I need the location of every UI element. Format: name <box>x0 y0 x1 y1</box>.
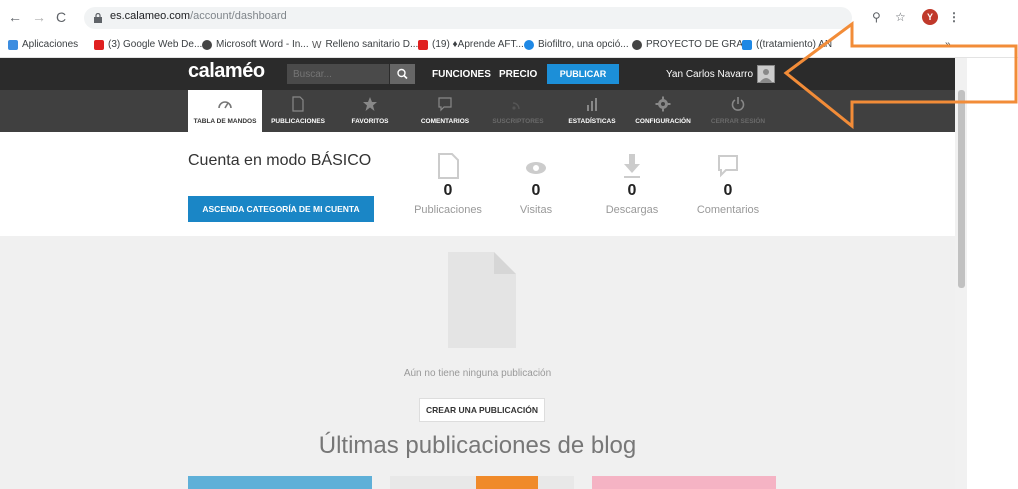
tab-publicaciones[interactable]: PUBLICACIONES <box>266 90 330 132</box>
user-silhouette-icon <box>760 69 772 82</box>
document-icon <box>292 96 304 112</box>
globe-icon <box>202 39 212 50</box>
blog-thumbnail[interactable] <box>188 476 372 489</box>
stat-value: 0 <box>723 182 733 199</box>
stat-value: 0 <box>627 182 637 199</box>
forward-arrow-icon[interactable]: → <box>32 9 46 25</box>
stat-label: Comentarios <box>696 204 760 216</box>
tab-label: COMENTARIOS <box>420 118 470 125</box>
upgrade-account-button[interactable]: ASCENDA CATEGORÍA DE MI CUENTA <box>188 196 374 222</box>
bookmark-item[interactable]: W Relleno sanitario D... <box>312 39 419 51</box>
precio-link[interactable]: PRECIO <box>499 69 537 80</box>
empty-document-icon <box>448 252 516 348</box>
empty-message: Aún no tiene ninguna publicación <box>403 368 552 379</box>
bookmark-label: Aplicaciones <box>22 39 79 50</box>
graduation-cap-icon <box>742 39 752 50</box>
bookmark-label: (3) Google Web De... <box>108 39 203 50</box>
url-path: /account/dashboard <box>190 10 287 22</box>
url-text: es.calameo.com/account/dashboard <box>110 10 287 22</box>
stat-comentarios: 0 Comentarios <box>683 152 773 216</box>
tab-configuracion[interactable]: CONFIGURACIÓN <box>632 90 694 132</box>
stat-value: 0 <box>443 182 453 199</box>
tab-estadisticas[interactable]: ESTADÍSTICAS <box>560 90 624 132</box>
tab-label: CERRAR SESIÓN <box>710 118 766 125</box>
page: ← → C es.calameo.com/account/dashboard ⚲… <box>0 0 1018 489</box>
bookmark-label: Relleno sanitario D... <box>325 39 419 50</box>
bookmark-label: Biofiltro, una opció... <box>538 39 629 50</box>
stat-descargas: 0 Descargas <box>587 152 677 216</box>
rss-icon <box>512 102 520 110</box>
annotation-arrow-icon <box>783 21 1018 130</box>
download-icon <box>624 154 640 178</box>
create-publication-button[interactable]: CREAR UNA PUBLICACIÓN <box>419 398 545 422</box>
bar-chart-icon <box>587 98 597 111</box>
account-mode-title: Cuenta en modo BÁSICO <box>188 152 372 169</box>
globe-icon <box>524 39 534 50</box>
bookmark-label: Microsoft Word - In... <box>216 39 309 50</box>
publicar-button[interactable]: PUBLICAR <box>547 64 619 84</box>
star-icon <box>363 97 377 111</box>
stat-publicaciones: 0 Publicaciones <box>403 152 493 216</box>
calameo-logo[interactable]: calaméo <box>188 60 265 83</box>
globe-icon <box>632 39 642 50</box>
stat-visitas: 0 Visitas <box>491 152 581 216</box>
search-icon <box>397 68 408 80</box>
tab-favoritos[interactable]: FAVORITOS <box>344 90 396 132</box>
stat-value: 0 <box>531 182 541 199</box>
back-arrow-icon[interactable]: ← <box>8 9 22 25</box>
tab-cerrar-sesion[interactable]: CERRAR SESIÓN <box>706 90 770 132</box>
wikipedia-icon: W <box>312 39 322 51</box>
document-icon <box>438 153 459 179</box>
gear-icon <box>655 96 671 112</box>
tab-tabla-de-mandos[interactable]: TABLA DE MANDOS <box>188 90 262 132</box>
bookmark-item[interactable]: Biofiltro, una opció... <box>524 39 629 50</box>
bookmark-item[interactable]: (19) ♦Aprende AFT... <box>418 39 524 50</box>
bookmark-label: (19) ♦Aprende AFT... <box>432 39 524 50</box>
lock-icon <box>94 13 102 23</box>
tab-label: TABLA DE MANDOS <box>193 118 257 125</box>
bookmark-label: PROYECTO DE GRA... <box>646 39 752 50</box>
tab-label: SUSCRIPTORES <box>492 118 544 125</box>
blog-thumbnail[interactable] <box>390 476 574 489</box>
funciones-link[interactable]: FUNCIONES <box>432 69 491 80</box>
bookmark-item[interactable]: Microsoft Word - In... <box>202 39 309 50</box>
tab-label: FAVORITOS <box>351 118 389 125</box>
tab-label: PUBLICACIONES <box>271 118 325 125</box>
bookmark-item[interactable]: (3) Google Web De... <box>94 39 202 50</box>
search-button[interactable] <box>390 64 415 84</box>
gauge-icon <box>218 101 232 109</box>
youtube-icon <box>94 39 104 50</box>
apps-grid-icon <box>8 39 18 50</box>
comment-icon <box>718 155 738 178</box>
comment-icon <box>438 97 452 112</box>
stat-label: Descargas <box>605 204 659 216</box>
blog-thumbnail-graphic <box>476 476 538 489</box>
stat-label: Visitas <box>519 204 553 216</box>
tab-suscriptores[interactable]: SUSCRIPTORES <box>486 90 550 132</box>
tab-label: ESTADÍSTICAS <box>568 118 616 125</box>
stat-label: Publicaciones <box>414 204 482 216</box>
bookmark-item[interactable]: Aplicaciones <box>8 39 78 50</box>
youtube-icon <box>418 39 428 50</box>
user-name[interactable]: Yan Carlos Navarro <box>666 69 753 80</box>
bookmark-item[interactable]: PROYECTO DE GRA... <box>632 39 751 50</box>
user-avatar[interactable] <box>757 65 775 83</box>
tab-comentarios[interactable]: COMENTARIOS <box>414 90 476 132</box>
tab-label: CONFIGURACIÓN <box>635 118 691 125</box>
eye-icon <box>526 162 546 174</box>
blog-section-title: Últimas publicaciones de blog <box>318 432 637 459</box>
blog-thumbnail[interactable] <box>592 476 776 489</box>
url-host: es.calameo.com <box>110 10 191 22</box>
power-icon <box>731 97 745 111</box>
search-input[interactable] <box>287 64 389 84</box>
reload-icon[interactable]: C <box>56 9 66 25</box>
